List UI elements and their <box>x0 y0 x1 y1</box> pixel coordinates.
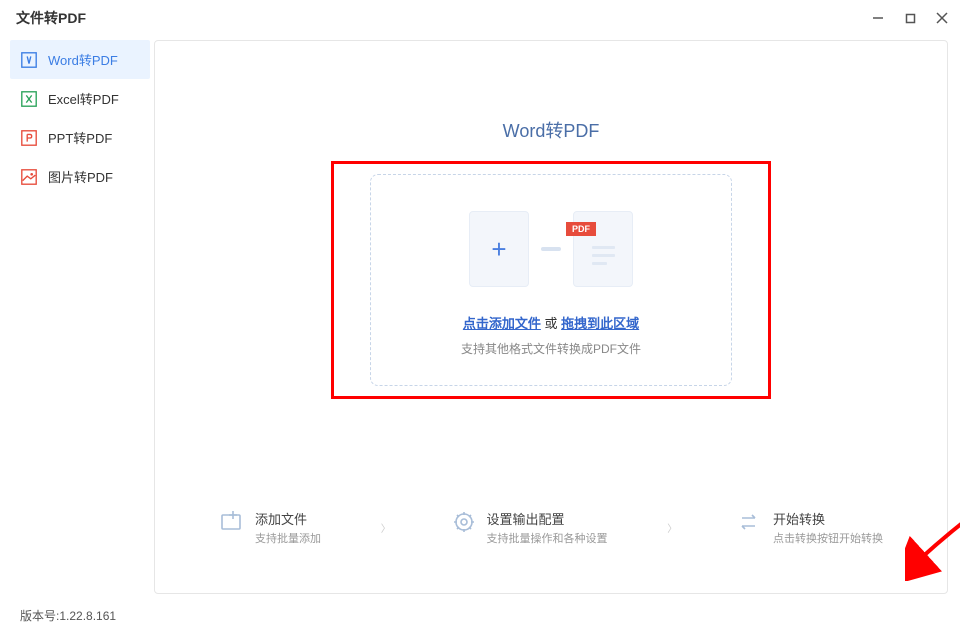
maximize-button[interactable] <box>902 10 918 26</box>
add-file-step-icon <box>219 509 245 535</box>
drop-subtext: 支持其他格式文件转换成PDF文件 <box>391 340 711 357</box>
excel-pdf-icon <box>20 90 38 108</box>
ppt-pdf-icon <box>20 129 38 147</box>
sidebar-item-ppt[interactable]: PPT转PDF <box>10 118 150 157</box>
file-icons: + PDF <box>391 211 711 287</box>
arrow-separator-icon <box>541 247 561 251</box>
add-file-icon: + <box>469 211 529 287</box>
app-title: 文件转PDF <box>16 8 86 28</box>
title-bar: 文件转PDF <box>0 0 960 36</box>
step-title: 设置输出配置 <box>487 509 608 528</box>
sidebar-item-word[interactable]: Word转PDF <box>10 40 150 79</box>
drop-or: 或 <box>541 316 561 331</box>
step-add-file[interactable]: 添加文件 支持批量添加 <box>219 509 321 546</box>
version-label: 版本号:1.22.8.161 <box>20 607 116 624</box>
sidebar-item-label: 图片转PDF <box>48 167 113 186</box>
plus-icon: + <box>491 234 506 265</box>
step-settings[interactable]: 设置输出配置 支持批量操作和各种设置 <box>451 509 608 546</box>
settings-step-icon <box>451 509 477 535</box>
main-panel: Word转PDF + PDF <box>154 40 948 594</box>
sidebar-item-label: Excel转PDF <box>48 89 119 108</box>
convert-step-icon <box>737 509 763 535</box>
chevron-right-icon: 〉 <box>381 520 391 535</box>
steps-row: 添加文件 支持批量添加 〉 设置输出配置 支持批量操作和各种设置 〉 <box>185 509 917 546</box>
add-file-link[interactable]: 点击添加文件 <box>463 316 541 331</box>
pdf-badge: PDF <box>566 222 596 236</box>
sidebar-item-label: Word转PDF <box>48 50 118 69</box>
drag-here-link[interactable]: 拖拽到此区域 <box>561 316 639 331</box>
step-sub: 支持批量操作和各种设置 <box>487 530 608 546</box>
window-controls <box>870 10 950 26</box>
close-button[interactable] <box>934 10 950 26</box>
step-convert[interactable]: 开始转换 点击转换按钮开始转换 <box>737 509 883 546</box>
drop-text: 点击添加文件 或 拖拽到此区域 <box>391 313 711 332</box>
pdf-lines-icon <box>592 246 620 270</box>
drop-zone[interactable]: + PDF 点击添加文件 或 拖拽到此区域 支持其他格式 <box>370 174 732 386</box>
word-pdf-icon <box>20 51 38 69</box>
pdf-file-icon: PDF <box>573 211 633 287</box>
sidebar-item-label: PPT转PDF <box>48 128 112 147</box>
step-title: 添加文件 <box>255 509 321 528</box>
step-sub: 点击转换按钮开始转换 <box>773 530 883 546</box>
sidebar: Word转PDF Excel转PDF PPT转PDF 图片转PDF <box>0 36 154 606</box>
sidebar-item-image[interactable]: 图片转PDF <box>10 157 150 196</box>
step-sub: 支持批量添加 <box>255 530 321 546</box>
sidebar-item-excel[interactable]: Excel转PDF <box>10 79 150 118</box>
drop-highlight: + PDF 点击添加文件 或 拖拽到此区域 支持其他格式 <box>331 161 771 399</box>
chevron-right-icon: 〉 <box>667 520 677 535</box>
minimize-button[interactable] <box>870 10 886 26</box>
content: Word转PDF Excel转PDF PPT转PDF 图片转PDF Word转P… <box>0 36 960 606</box>
image-pdf-icon <box>20 168 38 186</box>
step-title: 开始转换 <box>773 509 883 528</box>
main-title: Word转PDF <box>185 117 917 143</box>
